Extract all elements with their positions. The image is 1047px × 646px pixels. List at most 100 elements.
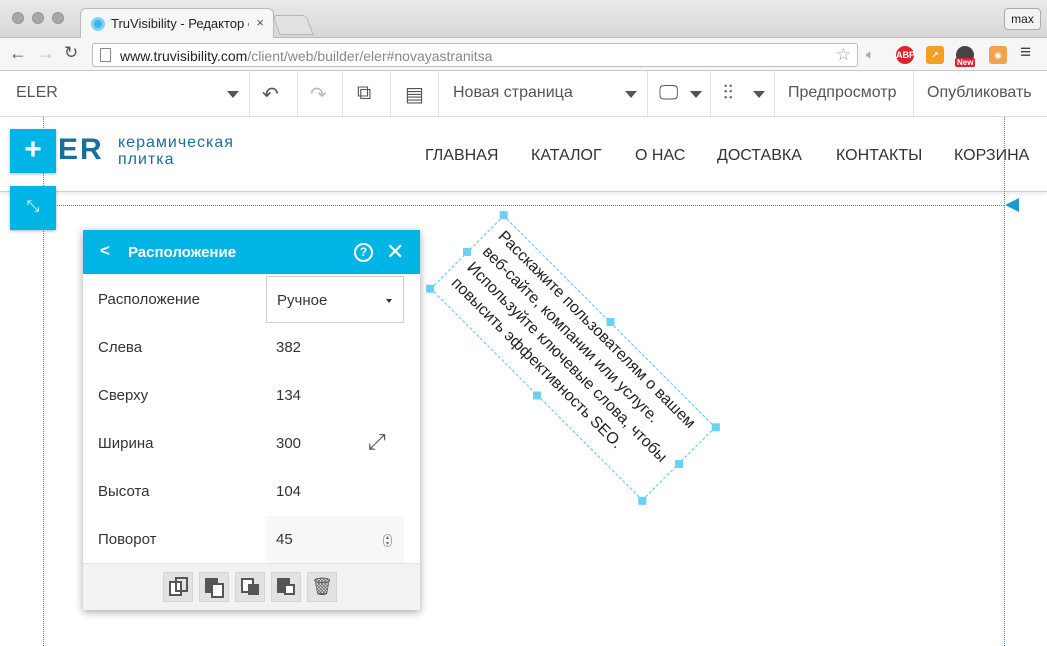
profile-button[interactable]: max — [1004, 8, 1041, 30]
paste-button[interactable]: ▤ — [391, 71, 439, 117]
height-label: Высота — [98, 483, 150, 500]
duplicate-element-button[interactable] — [199, 572, 229, 602]
chevron-down-icon — [386, 299, 392, 303]
undo-button[interactable]: ↶ — [250, 71, 298, 117]
resize-handle-top[interactable] — [606, 317, 615, 326]
window-close-button[interactable] — [12, 12, 24, 24]
forward-arrow-icon[interactable]: → — [37, 43, 55, 64]
device-selector[interactable]: 🖵︎ — [648, 71, 711, 117]
site-selector[interactable]: ELER — [0, 71, 250, 117]
panel-title: Расположение — [128, 244, 237, 261]
resize-handle-top-right[interactable] — [711, 423, 720, 432]
redo-icon: ↷ — [310, 84, 327, 106]
analytics-extension-icon[interactable]: ↗ — [926, 46, 944, 64]
resize-handle-left[interactable] — [462, 247, 471, 256]
preview-label: Предпросмотр — [788, 84, 897, 101]
add-element-button[interactable]: + — [10, 129, 56, 173]
top-label: Сверху — [98, 387, 149, 404]
redo-button[interactable]: ↷ — [298, 71, 343, 117]
settings-selector[interactable]: ⫶⫶ — [711, 71, 775, 117]
site-name: ELER — [16, 84, 58, 101]
new-tab-button[interactable] — [272, 15, 314, 35]
logo-mark: ER — [58, 133, 104, 166]
spinner-icon[interactable]: ▴ ▾ — [383, 534, 392, 547]
width-input[interactable]: 300 — [276, 435, 301, 452]
nav-item-catalog[interactable]: КАТАЛОГ — [531, 147, 602, 165]
preview-button[interactable]: Предпросмотр — [775, 71, 914, 117]
browser-address-bar: ← → ↻ www.truvisibility.com/client/web/b… — [0, 38, 1047, 71]
copy-button[interactable]: ⧉ — [343, 71, 391, 117]
desktop-monitor-icon: 🖵︎ — [659, 82, 679, 104]
back-arrow-icon[interactable]: ← — [9, 43, 27, 64]
duplicate-front-icon — [211, 583, 224, 598]
send-backward-layer-icon — [248, 584, 259, 595]
delete-button[interactable]: 🗑︎ — [307, 572, 337, 602]
trash-icon: 🗑︎ — [311, 577, 333, 596]
nav-item-about[interactable]: О НАС — [635, 147, 685, 165]
browser-tab-bar: TruVisibility - Редактор са × max — [0, 0, 1047, 38]
tab-close-icon[interactable]: × — [256, 15, 264, 30]
reload-icon[interactable]: ↻ — [64, 43, 78, 63]
page-name: Новая страница — [453, 84, 573, 101]
copy-icon: ⧉ — [357, 82, 372, 104]
adblock-icon[interactable]: ABP — [896, 46, 915, 64]
plus-icon: + — [24, 133, 42, 166]
nav-item-cart[interactable]: КОРЗИНА — [954, 147, 1029, 165]
panel-actions: 🗑︎ — [83, 563, 420, 610]
menu-icon[interactable]: ≡ — [1020, 42, 1031, 64]
site-header[interactable]: ER керамическая плитка ГЛАВНАЯ КАТАЛОГ О… — [0, 117, 1047, 192]
copy-element-button[interactable] — [163, 572, 193, 602]
left-input[interactable]: 382 — [276, 339, 301, 356]
panel-header: < Расположение ? ✕ — [83, 230, 420, 274]
back-chevron-icon[interactable]: < — [100, 241, 110, 261]
resize-handle-bottom-right[interactable] — [638, 496, 647, 505]
nav-item-home[interactable]: ГЛАВНАЯ — [425, 147, 498, 165]
help-icon[interactable]: ? — [354, 243, 373, 262]
rotation-label: Поворот — [98, 531, 157, 548]
logo-line-1: керамическая — [118, 134, 234, 151]
speaker-icon[interactable]: 🔈︎ — [866, 46, 874, 63]
expand-arrows-icon[interactable]: ⤢ — [368, 429, 386, 455]
rss-extension-icon[interactable]: ◉ — [989, 46, 1007, 64]
selected-text-block[interactable]: Расскажите пользователям о вашем веб-сай… — [426, 211, 720, 505]
nav-item-contacts[interactable]: КОНТАКТЫ — [836, 147, 922, 165]
url-path: /client/web/builder/eler#novayastranitsa — [247, 48, 493, 64]
rotation-stepper[interactable]: 45 ▴ ▾ — [266, 516, 404, 563]
top-input[interactable]: 134 — [276, 387, 301, 404]
layout-mode-value: Ручное — [277, 292, 328, 309]
text-block-content[interactable]: Расскажите пользователям о вашем веб-сай… — [446, 226, 708, 488]
sliders-icon: ⫶⫶ — [723, 82, 733, 104]
resize-handle-top-left[interactable] — [499, 211, 508, 220]
browser-tab[interactable]: TruVisibility - Редактор са × — [80, 8, 274, 38]
bring-forward-button[interactable] — [271, 572, 301, 602]
height-input[interactable]: 104 — [276, 483, 301, 500]
chevron-down-icon — [753, 91, 765, 98]
layout-properties-panel: < Расположение ? ✕ Расположение Ручное С… — [83, 230, 420, 610]
chevron-down-icon — [690, 91, 702, 98]
collapse-button[interactable]: ⤡ — [10, 186, 56, 230]
resize-handle-right[interactable] — [675, 460, 684, 469]
nav-item-delivery[interactable]: ДОСТАВКА — [717, 147, 802, 165]
resize-handle-bottom[interactable] — [532, 391, 541, 400]
horizontal-guide-line — [44, 205, 1004, 206]
page-selector[interactable]: Новая страница — [439, 71, 648, 117]
send-backward-button[interactable] — [235, 572, 265, 602]
right-guide-line — [1004, 117, 1005, 646]
close-icon[interactable]: ✕ — [386, 239, 404, 265]
url-domain: www.truvisibility.com — [120, 48, 248, 64]
layout-mode-label: Расположение — [98, 291, 200, 308]
bookmark-star-icon[interactable]: ☆ — [836, 45, 851, 65]
window-zoom-button[interactable] — [52, 12, 64, 24]
publish-button[interactable]: Опубликовать — [914, 71, 1047, 117]
url-input[interactable]: www.truvisibility.com/client/web/builder… — [92, 43, 858, 67]
guide-marker-icon[interactable] — [1005, 198, 1019, 212]
tab-title: TruVisibility - Редактор са — [111, 16, 249, 31]
logo-text: керамическая плитка — [118, 134, 234, 168]
paste-icon: ▤ — [405, 84, 424, 106]
rotation-value: 45 — [276, 531, 293, 548]
collapse-arrows-icon: ⤡ — [26, 198, 40, 215]
resize-handle-bottom-left[interactable] — [426, 284, 435, 293]
window-minimize-button[interactable] — [32, 12, 44, 24]
layout-mode-select[interactable]: Ручное — [266, 276, 404, 323]
undo-icon: ↶ — [262, 84, 279, 106]
